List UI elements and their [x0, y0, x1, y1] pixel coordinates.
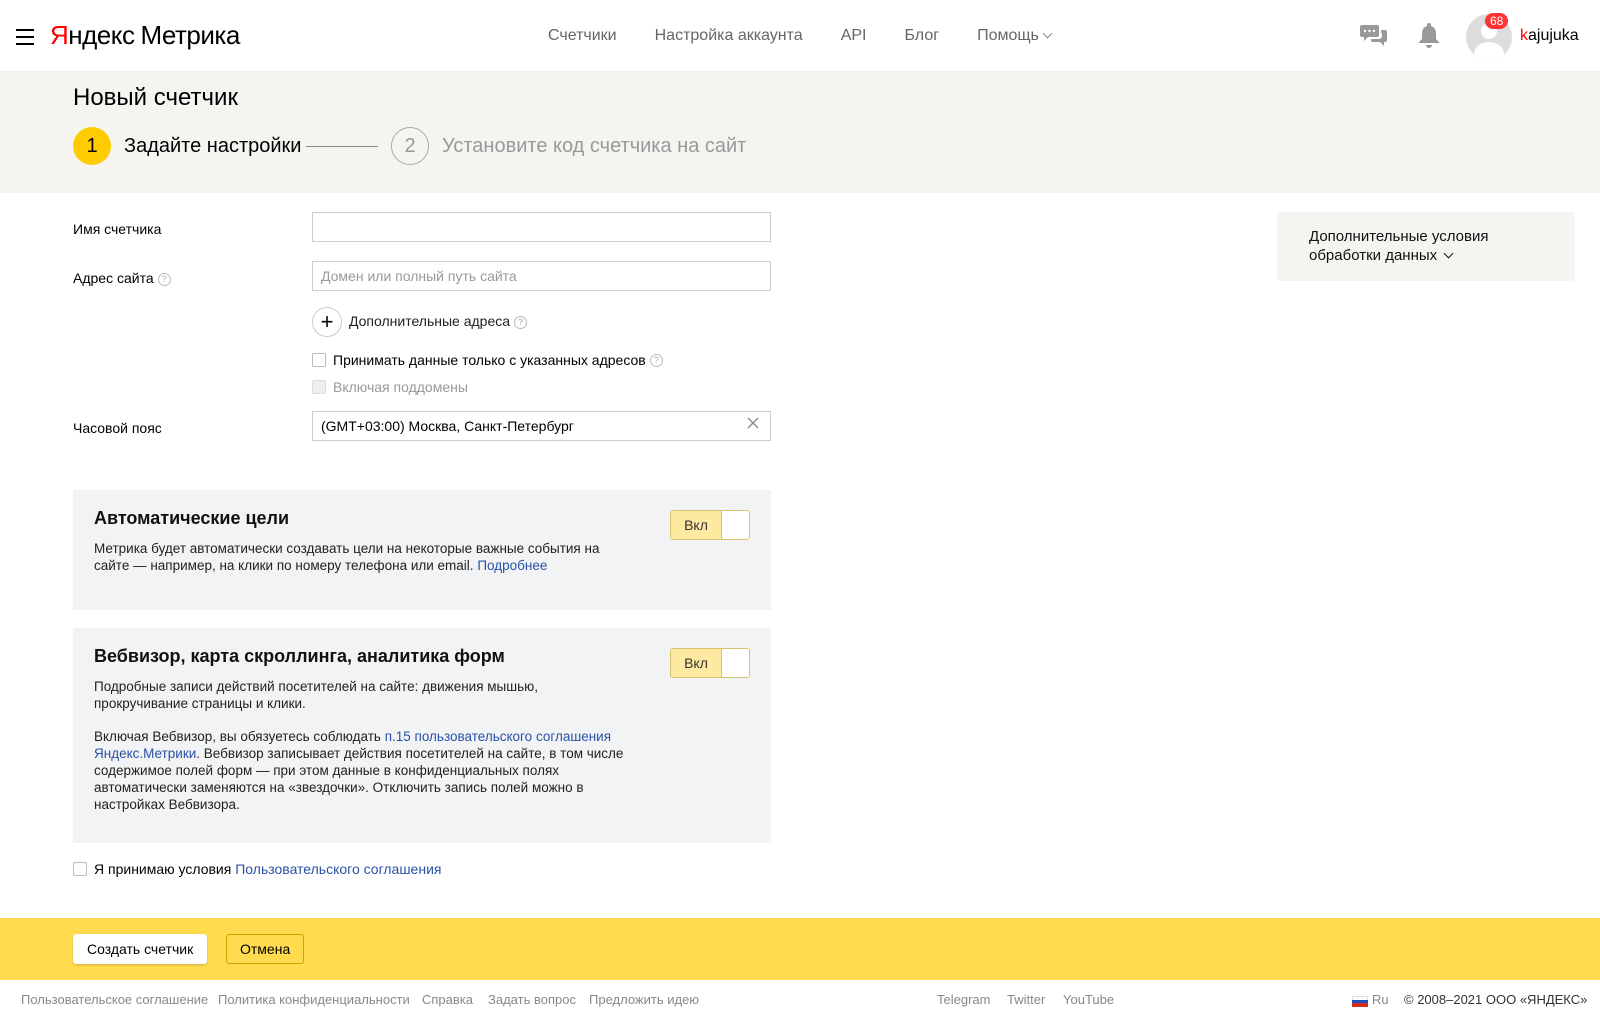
bell-icon[interactable]: [1418, 22, 1440, 48]
clear-icon[interactable]: [746, 416, 760, 430]
auto-goals-more-link[interactable]: Подробнее: [477, 558, 547, 573]
subdomains-row: Включая поддомены: [312, 379, 468, 395]
help-icon[interactable]: ?: [157, 272, 171, 286]
user-agreement-link[interactable]: Пользовательского соглашения: [235, 861, 441, 877]
step-2-label: Установите код счетчика на сайт: [442, 134, 747, 157]
auto-goals-toggle[interactable]: Вкл: [670, 510, 750, 540]
chat-icon[interactable]: [1360, 22, 1388, 48]
help-icon[interactable]: ?: [514, 315, 528, 329]
step-1-label: Задайте настройки: [124, 134, 302, 157]
notification-badge: 68: [1485, 13, 1509, 29]
russia-flag-icon: [1352, 996, 1368, 1007]
add-address-button[interactable]: +: [312, 307, 342, 337]
site-address-label-text: Адрес сайта: [73, 270, 154, 286]
site-address-input[interactable]: [312, 261, 771, 291]
webvisor-toggle[interactable]: Вкл: [670, 648, 750, 678]
footer-youtube[interactable]: YouTube: [1063, 992, 1114, 1007]
subdomains-label: Включая поддомены: [333, 379, 468, 395]
footer-privacy-policy[interactable]: Политика конфиденциальности: [218, 992, 410, 1007]
step-2: 2 Установите код счетчика на сайт: [391, 127, 746, 165]
counter-name-label: Имя счетчика: [73, 221, 162, 237]
toggle-knob: [721, 649, 749, 677]
logo-letter: Я: [50, 20, 69, 50]
subdomains-checkbox[interactable]: [312, 380, 326, 394]
timezone-select[interactable]: [312, 411, 771, 441]
auto-goals-text: Метрика будет автоматически создавать це…: [94, 540, 614, 574]
yandex-metrika-logo[interactable]: Яндекс Метрика: [50, 20, 240, 51]
top-header: Яндекс Метрика Счетчики Настройка аккаунт…: [0, 0, 1600, 72]
extra-addresses[interactable]: Дополнительные адреса?: [349, 313, 528, 329]
webvisor-text-2-before: Включая Вебвизор, вы обязуетесь соблюдат…: [94, 729, 381, 744]
help-icon[interactable]: ?: [649, 353, 663, 367]
extra-data-conditions[interactable]: Дополнительные условия обработки данных: [1309, 227, 1549, 265]
logo-brand: ндекс: [68, 20, 135, 50]
create-counter-button[interactable]: Создать счетчик: [73, 934, 208, 964]
auto-goals-title: Автоматические цели: [94, 508, 290, 528]
webvisor-title: Вебвизор, карта скроллинга, аналитика фо…: [94, 646, 505, 666]
nav-help-label: Помощь: [977, 27, 1039, 44]
toggle-knob: [721, 511, 749, 539]
action-bar: Создать счетчик Отмена: [0, 918, 1600, 980]
only-listed-label: Принимать данные только с указанных адре…: [333, 352, 646, 368]
menu-icon[interactable]: [16, 29, 34, 45]
nav-blog[interactable]: Блог: [904, 27, 939, 45]
accept-terms-row: Я принимаю условия Пользовательского сог…: [73, 861, 441, 877]
step-connector: [306, 146, 378, 147]
username-first-letter: k: [1520, 27, 1528, 44]
title-band: Новый счетчик 1 Задайте настройки 2 Уста…: [0, 72, 1600, 193]
footer-telegram[interactable]: Telegram: [937, 992, 990, 1007]
logo-product: Метрика: [140, 20, 240, 50]
footer-user-agreement[interactable]: Пользовательское соглашение: [21, 992, 208, 1007]
counter-name-input[interactable]: [312, 212, 771, 242]
webvisor-toggle-label: Вкл: [671, 649, 721, 677]
webvisor-text-2: Включая Вебвизор, вы обязуетесь соблюдат…: [94, 728, 634, 813]
extra-addresses-label: Дополнительные адреса: [349, 313, 511, 329]
extra-data-conditions-panel[interactable]: Дополнительные условия обработки данных: [1277, 212, 1575, 281]
footer-help[interactable]: Справка: [422, 992, 473, 1007]
auto-goals-toggle-label: Вкл: [671, 511, 721, 539]
page-title: Новый счетчик: [73, 84, 238, 111]
auto-goals-card: Автоматические цели Метрика будет автома…: [73, 490, 771, 610]
nav-help[interactable]: Помощь: [977, 27, 1053, 45]
footer: Пользовательское соглашение Политика кон…: [0, 980, 1600, 1018]
step-2-number: 2: [391, 127, 429, 165]
avatar-body: [1474, 42, 1504, 60]
timezone-label: Часовой пояс: [73, 420, 162, 436]
only-listed-row: Принимать данные только с указанных адре…: [312, 352, 663, 368]
copyright: © 2008–2021 ООО «ЯНДЕКС»: [1404, 992, 1588, 1007]
step-1: 1 Задайте настройки: [73, 127, 301, 165]
footer-ask-question[interactable]: Задать вопрос: [488, 992, 576, 1007]
username[interactable]: kajujuka: [1520, 27, 1579, 45]
username-rest: ajujuka: [1528, 27, 1579, 44]
chevron-down-icon: [1042, 28, 1053, 39]
only-listed-checkbox[interactable]: [312, 353, 326, 367]
step-1-number: 1: [73, 127, 111, 165]
extra-data-conditions-label: Дополнительные условия обработки данных: [1309, 228, 1489, 264]
webvisor-text-1: Подробные записи действий посетителей на…: [94, 679, 538, 711]
language-switcher[interactable]: Ru: [1372, 992, 1389, 1007]
cancel-button[interactable]: Отмена: [226, 934, 305, 964]
webvisor-card: Вебвизор, карта скроллинга, аналитика фо…: [73, 628, 771, 843]
accept-terms-label: Я принимаю условия: [94, 861, 232, 877]
site-address-label: Адрес сайта?: [73, 270, 171, 286]
nav-api[interactable]: API: [841, 27, 867, 45]
footer-suggest-idea[interactable]: Предложить идею: [589, 992, 699, 1007]
accept-terms-checkbox[interactable]: [73, 862, 87, 876]
top-nav: Счетчики Настройка аккаунта API Блог Пом…: [548, 27, 1089, 45]
footer-twitter[interactable]: Twitter: [1007, 992, 1045, 1007]
chevron-down-icon: [1443, 248, 1454, 259]
nav-account-settings[interactable]: Настройка аккаунта: [655, 27, 803, 45]
nav-counters[interactable]: Счетчики: [548, 27, 617, 45]
